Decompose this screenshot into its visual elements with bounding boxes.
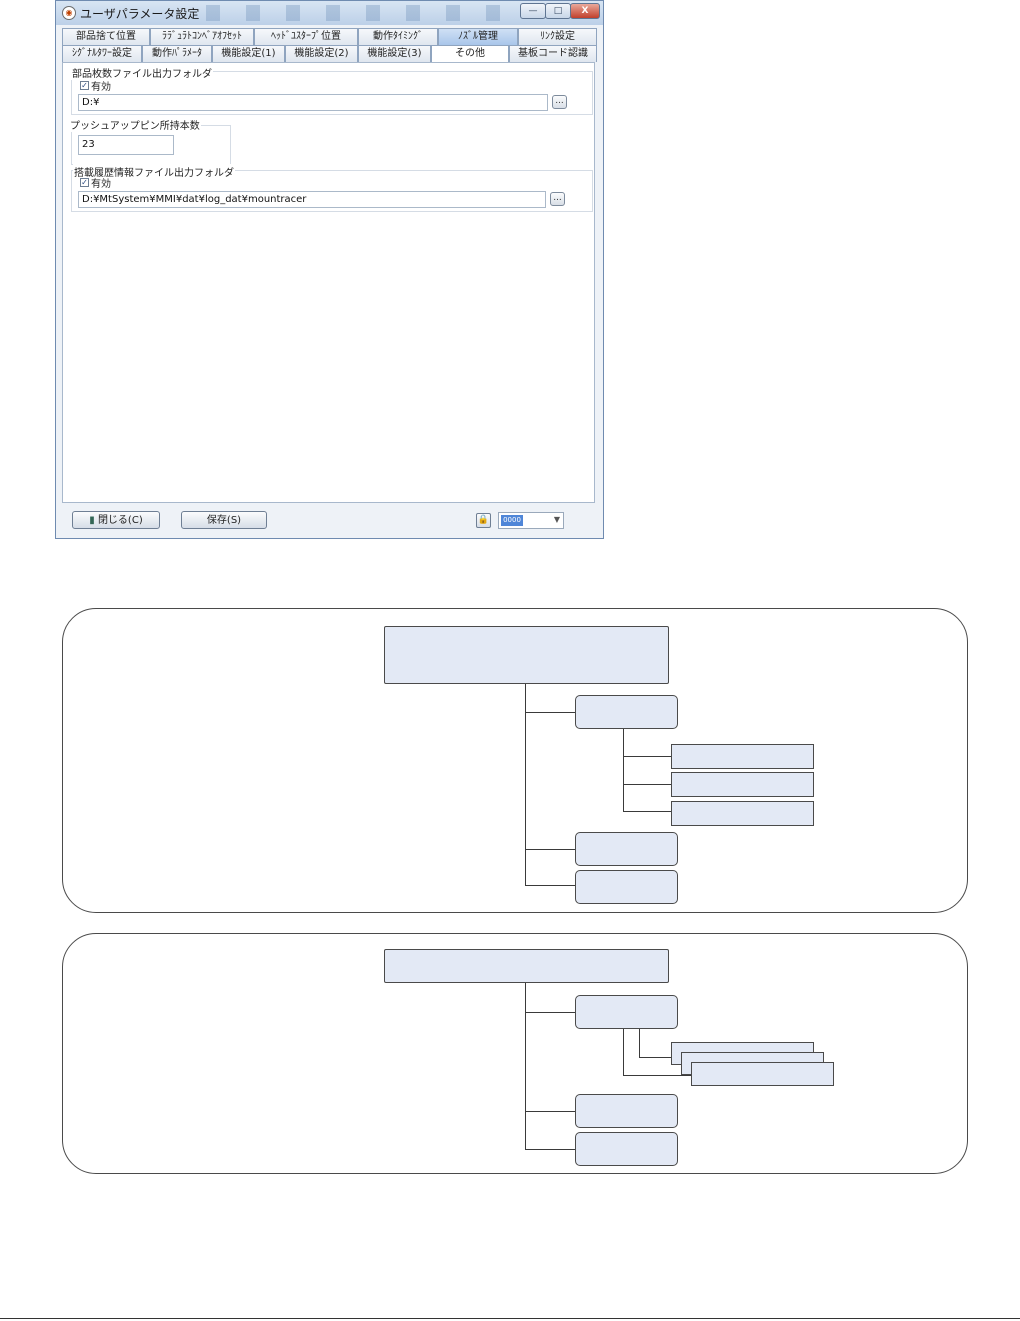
tab-signal-tower[interactable]: ｼｸﾞﾅﾙﾀﾜｰ設定 <box>62 45 142 62</box>
diagram1-branch-line-1 <box>525 712 575 713</box>
tab-operation-parameters[interactable]: 動作ﾊﾟﾗﾒｰﾀ <box>142 45 212 62</box>
parts-count-browse-button[interactable]: ... <box>552 95 567 109</box>
diagram1-trunk-line <box>525 684 526 885</box>
tab-function-settings-2[interactable]: 機能設定(2) <box>285 45 358 62</box>
tree-diagram-2 <box>62 933 968 1174</box>
diagram2-sub-branch-1 <box>639 1057 671 1058</box>
window-title: ユーザパラメータ設定 <box>80 7 200 21</box>
diagram1-sub-branch-3 <box>623 811 671 812</box>
diagram2-child-node-1 <box>575 995 678 1029</box>
tab-operation-timing[interactable]: 動作ﾀｲﾐﾝｸﾞ <box>358 28 438 45</box>
diagram1-sub-trunk-line <box>623 729 624 811</box>
diagram1-leaf-node-3 <box>671 801 814 826</box>
diagram1-branch-line-3 <box>525 885 575 886</box>
tab-board-code-recognition[interactable]: 基板コード認識 <box>509 45 597 62</box>
user-parameter-window: ◉ ユーザパラメータ設定 — □ X 部品捨て位置 ﾗﾗﾞｭﾗﾄｺﾝﾍﾞｱｵﾌｾ… <box>55 0 604 539</box>
diagram2-sub-branch-2 <box>623 1075 691 1076</box>
diagram2-stacked-leaf-3 <box>691 1062 834 1086</box>
diagram1-sub-branch-2 <box>623 784 671 785</box>
close-button[interactable]: ▮ 閉じる(C) <box>72 511 160 529</box>
tab-other[interactable]: その他 <box>431 45 509 63</box>
minimize-button[interactable]: — <box>520 3 546 19</box>
tab-conveyor-offset[interactable]: ﾗﾗﾞｭﾗﾄｺﾝﾍﾞｱｵﾌｾｯﾄ <box>150 28 254 45</box>
parts-count-path-field[interactable]: D:¥ <box>78 94 548 111</box>
tab-head-position[interactable]: ﾍｯﾄﾞﾕｽﾀｰﾌﾟ位置 <box>254 28 358 45</box>
mount-history-enable-checkbox[interactable]: ✓ <box>80 178 89 187</box>
chevron-down-icon: ▼ <box>553 515 560 524</box>
diagram2-sub-trunk-line-2 <box>639 1029 640 1057</box>
diagram1-child-node-1 <box>575 695 678 729</box>
mount-history-path-field[interactable]: D:¥MtSystem¥MMI¥dat¥log_dat¥mountracer <box>78 191 546 208</box>
diagram2-branch-line-1 <box>525 1012 575 1013</box>
lock-icon[interactable]: 🔒 <box>476 513 491 528</box>
tab-panel-other: 部品枚数ファイル出力フォルダ ✓ 有効 D:¥ ... プッシュアップピン所持本… <box>62 62 595 503</box>
diagram1-child-node-3 <box>575 870 678 904</box>
mount-history-enable-label: 有効 <box>91 179 111 190</box>
diagram1-leaf-node-2 <box>671 772 814 797</box>
diagram2-root-node <box>384 949 669 983</box>
save-button[interactable]: 保存(S) <box>181 511 267 529</box>
tab-link-settings[interactable]: ﾘﾝｸ設定 <box>518 28 597 45</box>
diagram2-branch-line-2 <box>525 1111 575 1112</box>
tab-function-settings-3[interactable]: 機能設定(3) <box>358 45 431 62</box>
diagram1-sub-branch-1 <box>623 756 671 757</box>
diagram1-child-node-2 <box>575 832 678 866</box>
diagram1-branch-line-2 <box>525 849 575 850</box>
tab-parts-discard-position[interactable]: 部品捨て位置 <box>62 28 150 45</box>
bottom-bar: ▮ 閉じる(C) 保存(S) 🔒 0000 ▼ <box>56 506 603 538</box>
parts-count-enable-checkbox[interactable]: ✓ <box>80 81 89 90</box>
pushup-pin-label: プッシュアップピン所持本数 <box>69 117 201 132</box>
diagram2-child-node-3 <box>575 1132 678 1166</box>
pushup-pin-count-field[interactable]: 23 <box>78 135 174 155</box>
user-level-value: 0000 <box>501 515 523 526</box>
diagram2-sub-trunk-line <box>623 1029 624 1075</box>
title-bar: ◉ ユーザパラメータ設定 — □ X <box>56 1 603 25</box>
tab-nozzle-management[interactable]: ﾉｽﾞﾙ管理 <box>438 28 518 45</box>
footer-rule <box>0 1318 1020 1319</box>
title-toolbar-icons <box>206 5 516 21</box>
parts-count-enable-label: 有効 <box>91 82 111 93</box>
mount-history-browse-button[interactable]: ... <box>550 192 565 206</box>
exit-door-icon: ▮ <box>89 515 98 526</box>
diagram1-leaf-node-1 <box>671 744 814 769</box>
tree-diagram-1 <box>62 608 968 913</box>
close-window-button[interactable]: X <box>570 3 600 19</box>
close-button-label: 閉じる(C) <box>97 515 143 526</box>
app-icon: ◉ <box>62 6 76 20</box>
diagram2-child-node-2 <box>575 1094 678 1128</box>
diagram1-root-node <box>384 626 669 684</box>
diagram2-trunk-line <box>525 983 526 1149</box>
user-level-combo[interactable]: 0000 ▼ <box>498 512 564 529</box>
tab-function-settings-1[interactable]: 機能設定(1) <box>212 45 285 62</box>
diagram2-branch-line-3 <box>525 1149 575 1150</box>
maximize-button[interactable]: □ <box>545 3 571 19</box>
